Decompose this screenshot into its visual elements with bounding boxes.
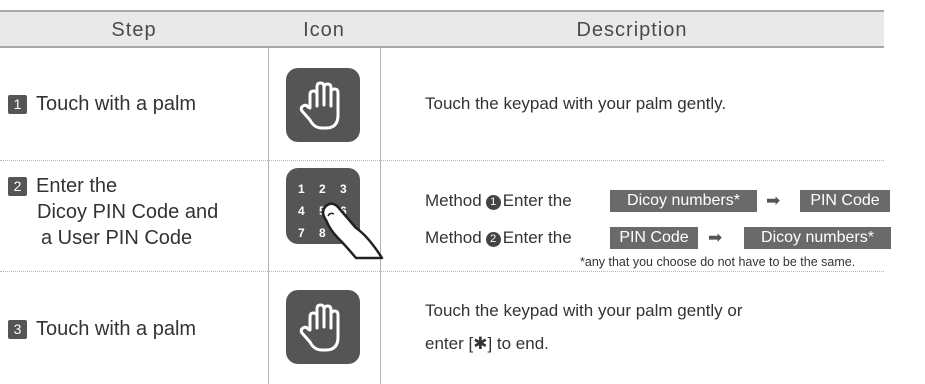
row-separator xyxy=(0,160,884,161)
keypad-digit: 2 xyxy=(319,182,326,196)
step-1-description: Touch the keypad with your palm gently. xyxy=(425,94,727,113)
pin-code-tag: PIN Code xyxy=(800,190,890,212)
step-3-description-line: enter [✱] to end. xyxy=(425,334,549,353)
keypad-digit: 3 xyxy=(340,182,347,196)
step-2-label: 2 Enter the Dicoy PIN Code and a User PIN… xyxy=(8,173,218,251)
arrow-right-icon: ➡ xyxy=(766,191,781,210)
step-text: Touch with a palm xyxy=(36,318,197,340)
step-1-label: 1 Touch with a palm xyxy=(8,91,196,117)
table-header: Step Icon Description xyxy=(0,10,884,48)
step-number-badge: 2 xyxy=(8,177,27,196)
pin-code-tag: PIN Code xyxy=(610,227,698,249)
method-number-badge: 1 xyxy=(485,195,501,210)
method-label: Method xyxy=(425,191,482,210)
dicoy-numbers-tag: Dicoy numbers* xyxy=(744,227,891,249)
row-separator xyxy=(0,271,884,272)
header-description: Description xyxy=(576,19,688,41)
step-text: Touch with a palm xyxy=(36,93,197,115)
column-divider xyxy=(268,48,269,384)
keypad-icon: 1 2 3 4 5 6 7 8 xyxy=(286,168,384,260)
method-2-line: Method 2 Enter the PIN Code ➡ Dicoy number… xyxy=(425,226,895,250)
keypad-digit: 4 xyxy=(298,204,305,218)
palm-icon xyxy=(286,290,360,364)
dicoy-numbers-tag: Dicoy numbers* xyxy=(610,190,757,212)
finger-icon xyxy=(321,202,384,260)
step-text-line: Enter the xyxy=(36,175,118,197)
keypad-digit: 1 xyxy=(298,182,305,196)
header-icon: Icon xyxy=(303,19,345,41)
method-text: Enter the xyxy=(502,191,572,210)
method-label: Method xyxy=(425,228,482,247)
step-3-description-line: Touch the keypad with your palm gently o… xyxy=(425,301,743,320)
arrow-right-icon: ➡ xyxy=(708,228,723,247)
method-number-badge: 2 xyxy=(485,232,501,247)
method-1-line: Method 1 Enter the Dicoy numbers* ➡ PIN Co… xyxy=(425,189,895,213)
method-text: Enter the xyxy=(502,228,572,247)
step-text-line: Dicoy PIN Code and xyxy=(37,201,219,223)
step-number-badge: 3 xyxy=(8,320,27,339)
step-3-label: 3 Touch with a palm xyxy=(8,316,196,342)
palm-icon xyxy=(286,68,360,142)
keypad-digit: 7 xyxy=(298,226,305,240)
instruction-table: Step Icon Description 1 Touch with a palm… xyxy=(0,0,925,384)
header-step: Step xyxy=(111,19,157,41)
step-text-line: a User PIN Code xyxy=(41,227,193,249)
footnote: *any that you choose do not have to be t… xyxy=(580,255,856,269)
step-number-badge: 1 xyxy=(8,95,27,114)
